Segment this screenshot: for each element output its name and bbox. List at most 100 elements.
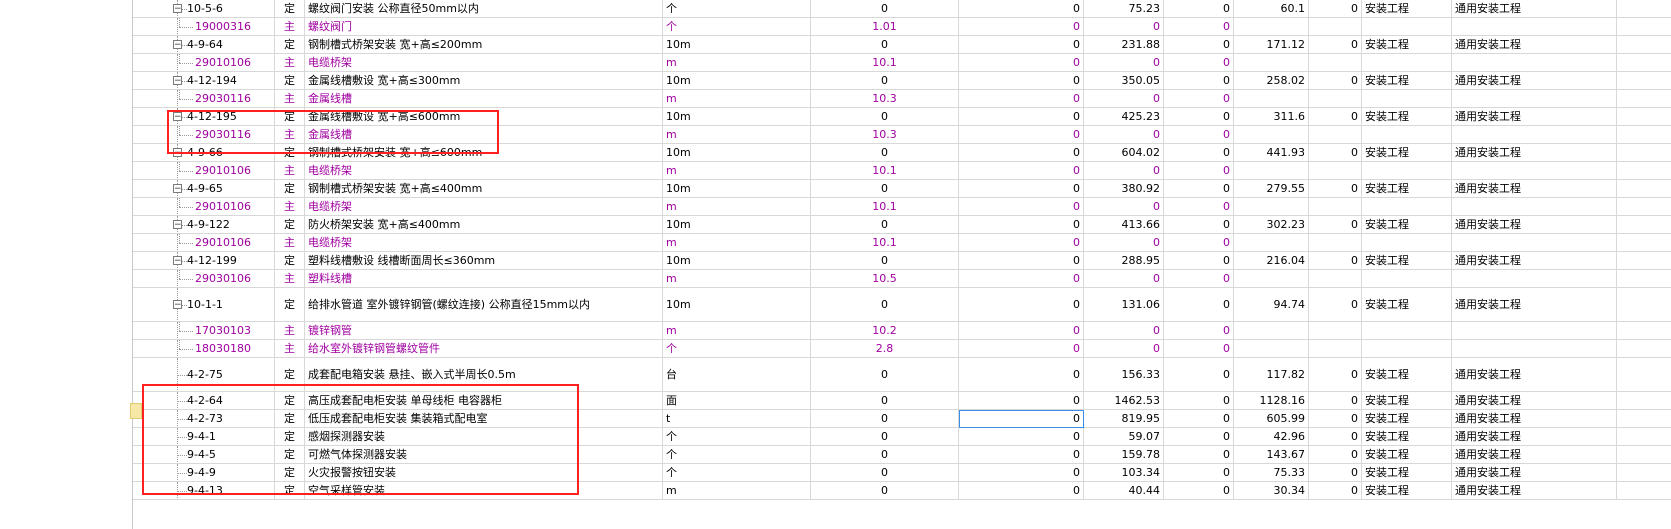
cell-cat[interactable]: 安装工程 — [1362, 0, 1452, 18]
cell-type[interactable]: 定 — [275, 252, 305, 270]
cell-type[interactable]: 主 — [275, 90, 305, 108]
cell-name[interactable]: 金属线槽 — [305, 126, 663, 144]
cell-cat2[interactable] — [1452, 270, 1617, 288]
cell-v5[interactable]: 0 — [1309, 358, 1362, 392]
cell-cat2[interactable]: 通用安装工程 — [1452, 36, 1617, 54]
cell-cat[interactable]: 安装工程 — [1362, 180, 1452, 198]
cell-v2[interactable]: 0 — [1084, 126, 1164, 144]
cell-code[interactable]: 17030103 — [133, 322, 275, 340]
cell-v4[interactable]: 311.6 — [1234, 108, 1309, 126]
cell-cat2[interactable] — [1452, 54, 1617, 72]
cell-cat2[interactable] — [1452, 162, 1617, 180]
cell-v2[interactable]: 0 — [1084, 18, 1164, 36]
cell-code[interactable]: −4-9-65 — [133, 180, 275, 198]
cell-v4[interactable]: 258.02 — [1234, 72, 1309, 90]
cell-v2[interactable]: 103.34 — [1084, 464, 1164, 482]
cell-unit[interactable]: 个 — [663, 0, 811, 18]
cell-v2[interactable]: 0 — [1084, 234, 1164, 252]
cell-v5[interactable]: 0 — [1309, 72, 1362, 90]
cell-v2[interactable]: 288.95 — [1084, 252, 1164, 270]
table-row[interactable]: 18030180 主给水室外镀锌钢管螺纹管件 个 2.8 0 0 0 — [133, 340, 1671, 358]
cell-v2[interactable]: 819.95 — [1084, 410, 1164, 428]
cell-cat[interactable] — [1362, 270, 1452, 288]
cell-unit[interactable]: 个 — [663, 446, 811, 464]
cell-name[interactable]: 防火桥架安装 宽+高≤400mm — [305, 216, 663, 234]
cell-qty[interactable]: 1.01 — [811, 18, 959, 36]
cell-v1[interactable]: 0 — [959, 322, 1084, 340]
cell-v4[interactable]: 171.12 — [1234, 36, 1309, 54]
cell-v5[interactable]: 0 — [1309, 144, 1362, 162]
cell-v5[interactable]: 0 — [1309, 108, 1362, 126]
cell-cat2[interactable]: 通用安装工程 — [1452, 252, 1617, 270]
cell-v3[interactable]: 0 — [1164, 464, 1234, 482]
cell-v1[interactable]: 0 — [959, 392, 1084, 410]
quota-grid[interactable]: −10-5-6 定螺纹阀门安装 公称直径50mm以内个 0 0 75.23 0 60.1 0 安… — [132, 0, 1671, 529]
cell-unit[interactable]: m — [663, 322, 811, 340]
cell-v1[interactable]: 0 — [959, 162, 1084, 180]
cell-v4[interactable] — [1234, 18, 1309, 36]
cell-v3[interactable]: 0 — [1164, 410, 1234, 428]
collapse-toggle-icon[interactable]: − — [173, 220, 182, 230]
cell-name[interactable]: 电缆桥架 — [305, 198, 663, 216]
cell-v5[interactable]: 0 — [1309, 410, 1362, 428]
cell-code[interactable]: −4-9-64 — [133, 36, 275, 54]
cell-v3[interactable]: 0 — [1164, 18, 1234, 36]
cell-unit[interactable]: 10m — [663, 288, 811, 322]
cell-v1[interactable]: 0 — [959, 126, 1084, 144]
cell-v3[interactable]: 0 — [1164, 198, 1234, 216]
cell-v5[interactable]: 0 — [1309, 252, 1362, 270]
cell-v5[interactable]: 0 — [1309, 0, 1362, 18]
cell-v4[interactable] — [1234, 340, 1309, 358]
collapse-toggle-icon[interactable]: − — [173, 300, 182, 310]
cell-cat2[interactable] — [1452, 90, 1617, 108]
cell-v5[interactable] — [1309, 234, 1362, 252]
cell-unit[interactable]: m — [663, 162, 811, 180]
cell-qty[interactable]: 10.3 — [811, 90, 959, 108]
table-row[interactable]: −4-12-195 定金属线槽敷设 宽+高≤600mm 10m 0 0 425.23 0 31… — [133, 108, 1671, 126]
cell-v4[interactable]: 94.74 — [1234, 288, 1309, 322]
cell-type[interactable]: 定 — [275, 464, 305, 482]
collapse-toggle-icon[interactable]: − — [173, 4, 182, 14]
cell-v1[interactable]: 0 — [959, 358, 1084, 392]
table-row[interactable]: −10-5-6 定螺纹阀门安装 公称直径50mm以内个 0 0 75.23 0 60.1 0 安… — [133, 0, 1671, 18]
collapse-toggle-icon[interactable]: − — [173, 256, 182, 266]
cell-v5[interactable] — [1309, 162, 1362, 180]
cell-v4[interactable] — [1234, 270, 1309, 288]
cell-qty[interactable]: 0 — [811, 0, 959, 18]
cell-name[interactable]: 螺纹阀门安装 公称直径50mm以内 — [305, 0, 663, 18]
cell-unit[interactable]: 个 — [663, 428, 811, 446]
cell-name[interactable]: 塑料线槽敷设 线槽断面周长≤360mm — [305, 252, 663, 270]
cell-unit[interactable]: 10m — [663, 144, 811, 162]
table-row[interactable]: −4-9-122 定防火桥架安装 宽+高≤400mm 10m 0 0 413.66 0 302… — [133, 216, 1671, 234]
cell-v1[interactable]: 0 — [959, 252, 1084, 270]
cell-cat[interactable]: 安装工程 — [1362, 252, 1452, 270]
cell-v2[interactable]: 604.02 — [1084, 144, 1164, 162]
cell-cat[interactable]: 安装工程 — [1362, 428, 1452, 446]
cell-unit[interactable]: m — [663, 126, 811, 144]
table-row[interactable]: −4-9-66 定钢制槽式桥架安装 宽+高≤600mm 10m 0 0 604.02 0 44… — [133, 144, 1671, 162]
cell-qty[interactable]: 10.1 — [811, 162, 959, 180]
cell-v4[interactable]: 75.33 — [1234, 464, 1309, 482]
cell-v1[interactable]: 0 — [959, 36, 1084, 54]
cell-cat[interactable]: 安装工程 — [1362, 288, 1452, 322]
table-row[interactable]: 4-2-73 定低压成套配电柜安装 集装箱式配电室 t 0 0 819.95 0 605.99… — [133, 410, 1671, 428]
cell-cat[interactable]: 安装工程 — [1362, 392, 1452, 410]
cell-cat2[interactable]: 通用安装工程 — [1452, 392, 1617, 410]
cell-type[interactable]: 定 — [275, 180, 305, 198]
cell-code[interactable]: 4-2-73 — [133, 410, 275, 428]
cell-v4[interactable] — [1234, 54, 1309, 72]
cell-v4[interactable]: 60.1 — [1234, 0, 1309, 18]
table-row[interactable]: 29010106 主电缆桥架 m 10.1 0 0 0 — [133, 234, 1671, 252]
cell-cat[interactable]: 安装工程 — [1362, 464, 1452, 482]
cell-qty[interactable]: 0 — [811, 428, 959, 446]
cell-v1[interactable]: 0 — [959, 410, 1084, 428]
cell-v3[interactable]: 0 — [1164, 270, 1234, 288]
cell-unit[interactable]: 个 — [663, 340, 811, 358]
cell-v5[interactable]: 0 — [1309, 180, 1362, 198]
cell-v2[interactable]: 0 — [1084, 340, 1164, 358]
cell-name[interactable]: 塑料线槽 — [305, 270, 663, 288]
cell-qty[interactable]: 0 — [811, 392, 959, 410]
cell-v3[interactable]: 0 — [1164, 180, 1234, 198]
cell-code[interactable]: 29030106 — [133, 270, 275, 288]
cell-v3[interactable]: 0 — [1164, 216, 1234, 234]
